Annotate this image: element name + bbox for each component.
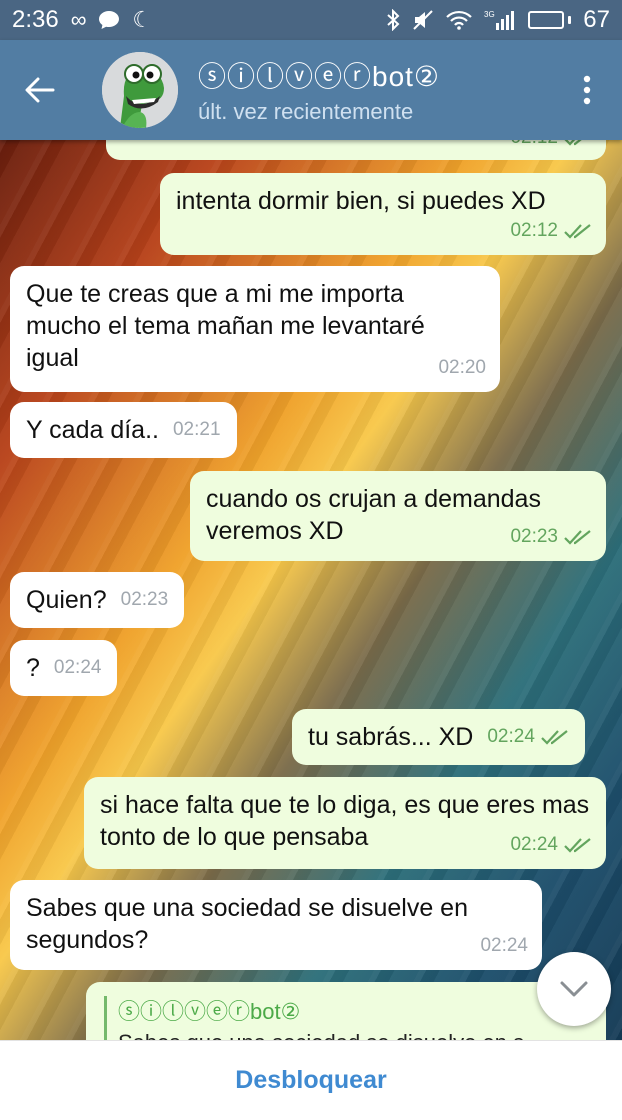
message-list[interactable]: mismo 02:12 intenta dormir bien, si pued… — [0, 140, 622, 1040]
double-check-icon — [564, 838, 591, 853]
message-time: 02:24 — [53, 657, 102, 678]
bottom-action-bar: Desbloquear — [0, 1040, 622, 1120]
message-bubble[interactable]: ? 02:24 — [10, 640, 118, 696]
message-time-wrap: 02:24 — [487, 721, 569, 753]
message-bubble[interactable]: mismo 02:12 — [106, 140, 606, 160]
dinosaur-avatar-icon — [102, 52, 178, 128]
message-bubble[interactable]: Sabes que una sociedad se disuelve en se… — [10, 880, 542, 970]
mute-icon — [412, 9, 434, 31]
message-time: 02:12 — [510, 140, 558, 154]
more-vert-icon — [583, 75, 591, 105]
message-text: intenta dormir bien, si puedes XD — [176, 187, 546, 215]
avatar[interactable] — [102, 52, 178, 128]
back-button[interactable] — [0, 40, 80, 140]
message-time: 02:21 — [172, 419, 221, 440]
svg-text:3G: 3G — [484, 10, 495, 19]
status-bar: 2:36 ∞ ☾ 3G 67 — [0, 0, 622, 40]
wifi-icon — [446, 10, 473, 30]
infinity-icon: ∞ — [70, 7, 87, 32]
message-time: 02:12 — [510, 220, 558, 241]
message-bubble[interactable]: intenta dormir bien, si puedes XD 02:12 — [160, 173, 606, 255]
chat-title[interactable]: ⓢⓘⓛⓥⓔⓡbot② — [198, 55, 440, 95]
reply-quote-text: Sabes que una sociedad se disuelve en s — [118, 1030, 590, 1040]
battery-icon — [528, 11, 572, 29]
clock: 2:36 — [12, 6, 59, 33]
message-time-wrap: 02:24 — [510, 829, 592, 861]
message-bubble[interactable]: cuando os crujan a demandas veremos XD 0… — [190, 471, 606, 561]
message-text: Que te creas que a mi me importa mucho e… — [26, 280, 425, 372]
last-seen-status: últ. vez recientemente — [198, 99, 414, 124]
message-bubble[interactable]: si hace falta que te lo diga, es que ere… — [84, 777, 606, 869]
message-time: 02:20 — [438, 357, 486, 378]
message-bubble[interactable]: Quien? 02:23 — [10, 572, 185, 628]
bluetooth-icon — [386, 9, 400, 31]
chat-bubble-icon — [98, 10, 120, 30]
scroll-down-button[interactable] — [537, 952, 611, 1026]
message-bubble[interactable]: Que te creas que a mi me importa mucho e… — [10, 266, 500, 392]
moon-icon: ☾ — [132, 7, 153, 32]
message-text: mismo — [122, 140, 196, 148]
more-options-button[interactable] — [552, 40, 622, 140]
battery-percent: 67 — [583, 6, 610, 33]
message-text: Quien? — [26, 586, 107, 614]
unblock-button[interactable]: Desbloquear — [235, 1066, 386, 1095]
message-bubble[interactable]: Y cada día.. 02:21 — [10, 402, 237, 458]
double-check-icon — [564, 224, 591, 239]
message-time: 02:24 — [510, 834, 558, 855]
message-text: Y cada día.. — [26, 416, 159, 444]
message-text: tu sabrás... XD — [308, 723, 474, 751]
chevron-down-icon — [560, 981, 588, 997]
message-time: 02:24 — [487, 726, 535, 747]
reply-author: ⓢⓘⓛⓥⓔⓡbot② — [118, 999, 301, 1024]
message-time-wrap: 02:12 — [510, 140, 592, 154]
message-text: ? — [26, 654, 40, 682]
message-bubble[interactable]: tu sabrás... XD 02:24 — [292, 709, 585, 765]
double-check-icon — [564, 140, 582, 146]
reply-message-bubble[interactable]: ⓢⓘⓛⓥⓔⓡbot② Sabes que una sociedad se dis… — [86, 982, 606, 1040]
double-check-icon — [541, 730, 568, 745]
message-text: Sabes que una sociedad se disuelve en se… — [26, 894, 468, 954]
message-time: 02:23 — [510, 526, 558, 547]
message-time: 02:23 — [120, 589, 169, 610]
double-check-icon — [564, 530, 591, 545]
chat-header: ⓢⓘⓛⓥⓔⓡbot② últ. vez recientemente — [0, 40, 622, 140]
signal-icon: 3G — [484, 9, 516, 31]
message-time: 02:24 — [480, 935, 528, 956]
message-time-wrap: 02:23 — [510, 521, 592, 553]
quote-bar — [104, 996, 107, 1040]
message-time-wrap: 02:12 — [510, 215, 592, 247]
back-arrow-icon — [25, 77, 55, 103]
